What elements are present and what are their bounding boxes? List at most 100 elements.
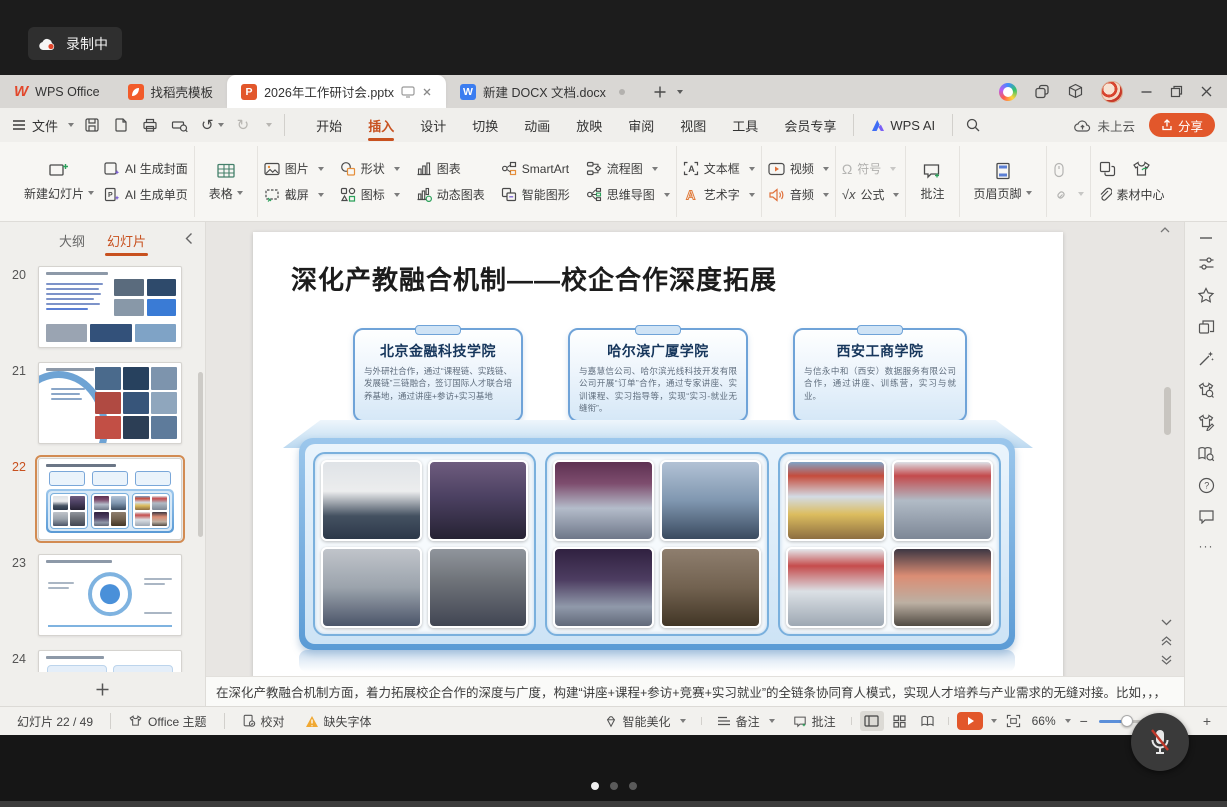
slide-thumbnail-24[interactable]: 24 (0, 650, 205, 672)
menu-item-view[interactable]: 视图 (667, 108, 719, 142)
photo-placeholder[interactable] (553, 547, 654, 628)
photo-panel[interactable] (299, 438, 1015, 650)
cloud-sync-status[interactable]: 未上云 (1074, 116, 1135, 135)
tab-outline[interactable]: 大纲 (59, 227, 85, 254)
menu-item-insert[interactable]: 插入 (355, 108, 407, 142)
slideshow-play-button[interactable] (957, 712, 983, 730)
slide-thumbnail-20[interactable]: 20 (0, 266, 205, 348)
menu-item-review[interactable]: 审阅 (615, 108, 667, 142)
microphone-muted-button[interactable] (1131, 713, 1189, 771)
tab-close-icon[interactable] (422, 87, 432, 97)
close-window-icon[interactable] (1200, 85, 1213, 98)
menu-item-tools[interactable]: 工具 (719, 108, 771, 142)
slide-thumbnail-23[interactable]: 23 (0, 554, 205, 636)
print-icon[interactable] (142, 117, 158, 133)
new-slide-button[interactable]: 新建幻灯片 (16, 160, 102, 204)
3d-box-icon[interactable] (1067, 83, 1084, 100)
view-grid-button[interactable] (888, 711, 912, 731)
ai-generate-cover-button[interactable]: AI 生成封面 (104, 160, 188, 177)
textbox-button[interactable]: A 文本框 (683, 160, 755, 177)
comment-button[interactable]: 批注 (912, 160, 952, 204)
shape-layers-icon[interactable] (1198, 319, 1215, 335)
tab-wps-home[interactable]: W WPS Office (0, 75, 114, 108)
comment-status-button[interactable]: 批注 (786, 713, 843, 730)
menu-item-animations[interactable]: 动画 (511, 108, 563, 142)
new-tab-icon[interactable] (653, 85, 667, 99)
notes-bar[interactable]: 在深化产教融合机制方面，着力拓展校企合作的深度与广度，构建“讲座+课程+参访+竞… (206, 676, 1184, 706)
theme-indicator[interactable]: Office 主题 (121, 713, 213, 730)
restore-icon[interactable] (1170, 85, 1183, 98)
formula-button[interactable]: √x 公式 (842, 186, 900, 203)
card-harbin[interactable]: 哈尔滨广厦学院 与嘉慧信公司、哈尔滨光线科技开发有限公司开展“订单”合作，通过专… (568, 328, 748, 422)
zoom-in-icon[interactable]: + (1203, 713, 1211, 729)
next-slide-icon[interactable] (1161, 655, 1172, 666)
redo-icon[interactable]: ↻ (237, 118, 250, 133)
missing-font-warning[interactable]: 缺失字体 (298, 713, 379, 730)
collapse-rail-icon[interactable] (1199, 236, 1213, 240)
menu-item-transitions[interactable]: 切换 (459, 108, 511, 142)
copy-style-icon[interactable] (1099, 161, 1116, 177)
tab-list-caret-icon[interactable] (677, 90, 683, 94)
photo-placeholder[interactable] (321, 460, 422, 541)
screen-share-icon[interactable] (401, 86, 415, 98)
photo-placeholder[interactable] (786, 547, 887, 628)
play-options-caret-icon[interactable] (991, 719, 997, 723)
recording-badge[interactable]: 录制中 (28, 27, 122, 60)
save-icon[interactable] (84, 117, 100, 133)
theme-search-icon[interactable] (1197, 382, 1215, 399)
photo-placeholder[interactable] (786, 460, 887, 541)
slide-title-textbox[interactable]: 深化产教融合机制——校企合作深度拓展 (291, 260, 777, 297)
notes-button[interactable]: 备注 (710, 713, 782, 730)
slide-thumbnail-21[interactable]: 21 (0, 362, 205, 444)
card-xian[interactable]: 西安工商学院 与信永中和（西安）数据服务有限公司合作，通过讲座、训练营，实习与就… (793, 328, 967, 422)
table-button[interactable]: 表格 (201, 160, 251, 204)
material-center-button[interactable]: 素材中心 (1097, 186, 1165, 203)
feedback-icon[interactable] (1198, 509, 1215, 524)
shape-button[interactable]: 形状 (340, 160, 400, 177)
material-shirt-icon[interactable] (1132, 161, 1151, 177)
slide-area[interactable]: 深化产教融合机制——校企合作深度拓展 北京金融科技学院 与外研社合作，通过“课程… (206, 222, 1184, 676)
undo-button[interactable]: ↺ (201, 118, 224, 133)
wps-assistant-icon[interactable] (999, 83, 1017, 101)
zoom-level[interactable]: 66% (1030, 714, 1073, 728)
slide-22[interactable]: 深化产教融合机制——校企合作深度拓展 北京金融科技学院 与外研社合作，通过“课程… (253, 232, 1063, 676)
print-preview-icon[interactable] (171, 117, 188, 133)
tab-presentation-active[interactable]: P 2026年工作研讨会.pptx (227, 75, 446, 108)
header-footer-button[interactable]: 页眉页脚 (966, 160, 1040, 204)
menu-item-member[interactable]: 会员专享 (771, 108, 849, 142)
symbol-button[interactable]: Ω 符号 (842, 160, 900, 177)
scroll-down-icon[interactable] (1161, 619, 1172, 626)
previous-slide-icon[interactable] (1161, 635, 1172, 646)
card-beijing[interactable]: 北京金融科技学院 与外研社合作，通过“课程链、实践链、发展链”三链融合，签订国际… (353, 328, 523, 422)
fit-slide-icon[interactable] (1006, 714, 1021, 728)
photo-placeholder[interactable] (892, 460, 993, 541)
zoom-out-icon[interactable]: − (1080, 713, 1088, 729)
magic-wand-icon[interactable] (1198, 350, 1215, 367)
add-slide-button[interactable] (0, 672, 205, 706)
resource-book-icon[interactable] (1197, 446, 1215, 462)
tab-slides[interactable]: 幻灯片 (107, 227, 146, 254)
view-reading-button[interactable] (916, 711, 940, 731)
sidebar-scrollbar[interactable] (198, 372, 203, 537)
photo-placeholder[interactable] (428, 547, 529, 628)
photo-placeholder[interactable] (660, 547, 761, 628)
mouse-action-button[interactable] (1053, 162, 1084, 178)
wordart-button[interactable]: A 艺术字 (683, 186, 755, 203)
photo-group-beijing[interactable] (313, 452, 536, 636)
proofread-button[interactable]: 校对 (235, 713, 292, 730)
tab-docer-templates[interactable]: 找稻壳模板 (114, 75, 228, 108)
more-tools-icon[interactable]: ··· (1199, 539, 1214, 553)
photo-placeholder[interactable] (428, 460, 529, 541)
chart-button[interactable]: 图表 (416, 160, 485, 177)
collapse-panel-icon[interactable] (185, 232, 193, 245)
ai-generate-page-button[interactable]: P AI 生成单页 (104, 186, 188, 203)
photo-group-xian[interactable] (778, 452, 1001, 636)
search-icon[interactable] (965, 117, 981, 133)
properties-sliders-icon[interactable] (1198, 255, 1215, 272)
photo-placeholder[interactable] (660, 460, 761, 541)
photo-placeholder[interactable] (321, 547, 422, 628)
smartart-button[interactable]: SmartArt (501, 160, 570, 177)
user-avatar[interactable] (1101, 81, 1123, 103)
help-icon[interactable]: ? (1198, 477, 1215, 494)
flowchart-button[interactable]: 流程图 (586, 160, 670, 177)
